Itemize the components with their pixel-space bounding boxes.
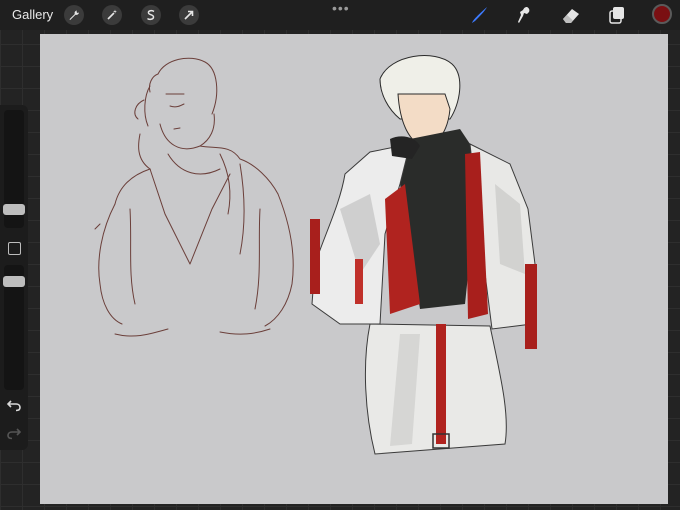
painted-figure	[310, 55, 537, 455]
left-sidebar	[0, 105, 28, 450]
selection-s-icon	[146, 9, 155, 21]
undo-icon[interactable]	[6, 398, 22, 412]
modify-square-icon[interactable]	[8, 242, 21, 255]
layers-icon[interactable]	[606, 5, 628, 25]
opacity-thumb[interactable]	[3, 276, 25, 287]
brush-size-thumb[interactable]	[3, 204, 25, 215]
top-toolbar: Gallery •••	[0, 0, 680, 30]
gallery-button[interactable]: Gallery	[12, 7, 53, 22]
transform-button[interactable]	[179, 5, 199, 25]
smudge-icon[interactable]	[514, 5, 536, 25]
artwork-illustration	[94, 55, 537, 455]
actions-button[interactable]	[64, 5, 84, 25]
color-picker-swatch[interactable]	[652, 4, 672, 24]
redo-icon[interactable]	[6, 426, 22, 440]
adjustments-button[interactable]	[102, 5, 122, 25]
transform-arrow-icon	[184, 10, 194, 20]
eraser-icon[interactable]	[560, 5, 582, 25]
more-options[interactable]: •••	[332, 0, 350, 16]
sketch-figure	[94, 57, 294, 337]
selection-button[interactable]	[141, 5, 161, 25]
drawing-canvas[interactable]	[40, 34, 668, 504]
magic-wand-icon	[107, 9, 117, 20]
brush-icon[interactable]	[468, 5, 490, 25]
wrench-icon	[69, 10, 79, 20]
